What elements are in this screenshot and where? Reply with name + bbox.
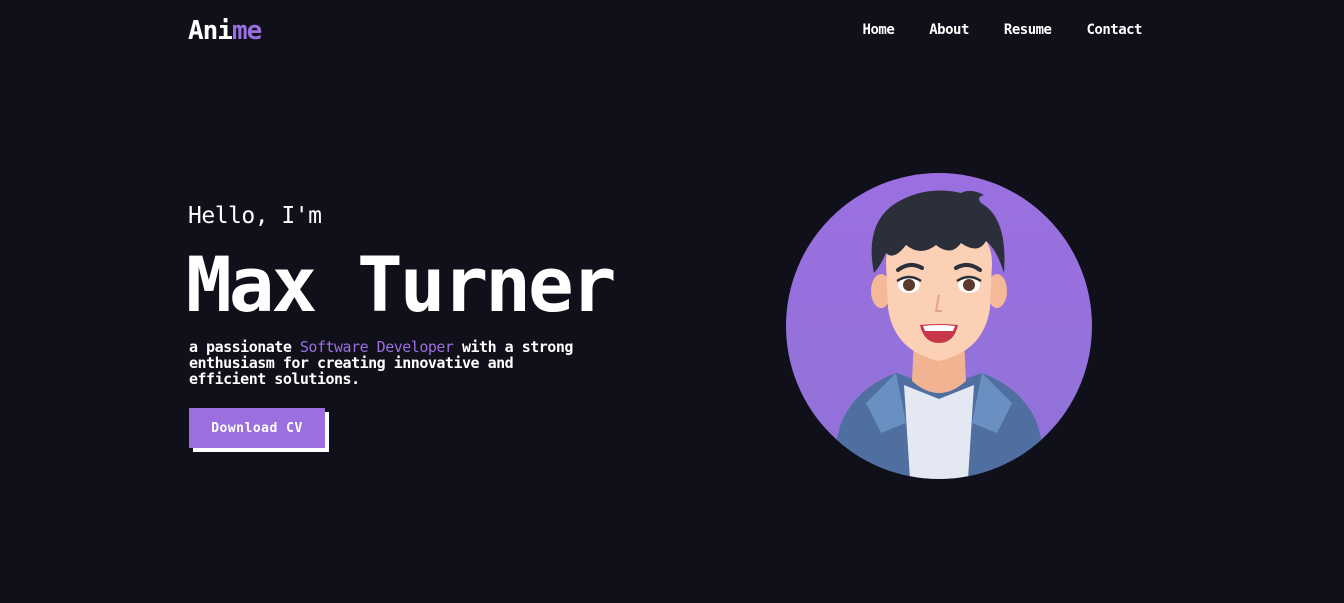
nav-contact-link[interactable]: Contact — [1086, 22, 1142, 38]
main-nav: Home About Resume Contact — [863, 22, 1143, 38]
nav-resume-link[interactable]: Resume — [1004, 22, 1052, 38]
logo-text-accent: me — [231, 16, 262, 46]
hero-tagline: a passionate Software Developer with a s… — [189, 339, 589, 387]
hero-name: Max Turner — [186, 240, 617, 329]
logo-text-main: Ani — [188, 16, 233, 46]
avatar — [786, 173, 1092, 479]
hero-greeting: Hello, I'm — [188, 203, 322, 229]
nav-home-link[interactable]: Home — [863, 22, 895, 38]
portfolio-page: Anime Home About Resume Contact Hello, I… — [0, 0, 1344, 603]
cartoon-developer-avatar-icon — [786, 173, 1092, 479]
download-cv-button[interactable]: Download CV — [189, 408, 325, 448]
nav-about-link[interactable]: About — [929, 22, 969, 38]
logo[interactable]: Anime — [188, 16, 262, 46]
